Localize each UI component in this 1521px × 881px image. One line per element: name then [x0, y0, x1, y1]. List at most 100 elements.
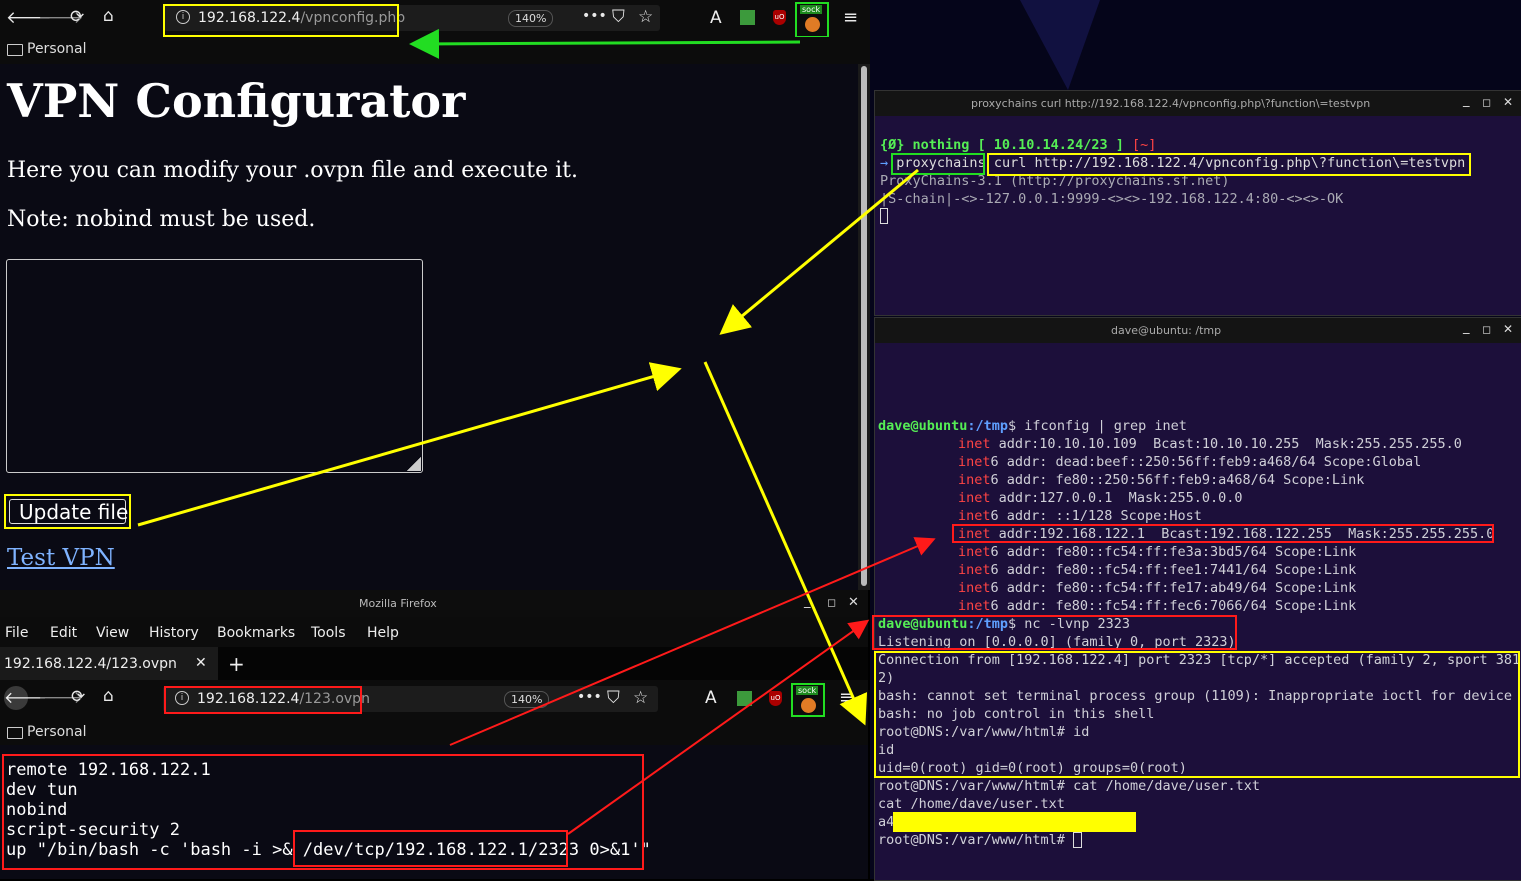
close-icon[interactable]: ✕ [848, 595, 859, 610]
inet-value: 6 addr: fe80::fc54:ff:fe17:ab49/64 Scope… [990, 580, 1357, 596]
bookmarks-bar: Personal [0, 37, 870, 64]
close-icon[interactable]: ✕ [1503, 322, 1513, 336]
more-icon[interactable]: ••• [582, 9, 607, 23]
terminal1-body: {Ø} nothing [ 10.10.14.24/23 ] [~] → pro… [880, 136, 1465, 224]
pocket-icon[interactable]: ⛉ [612, 9, 625, 26]
terminal2-output: root@DNS:/var/www/html# [878, 831, 1521, 849]
maximize-icon[interactable]: ◻ [827, 596, 836, 609]
prompt-dir: :/tmp [967, 418, 1009, 434]
reload-icon[interactable]: ⟳ [71, 689, 85, 706]
resize-handle-icon[interactable] [407, 457, 421, 471]
zoom-badge[interactable]: 140% [504, 691, 550, 708]
tab-123-ovpn[interactable]: 192.168.122.4/123.ovpn ✕ [0, 647, 218, 680]
hamburger-menu-icon[interactable]: ≡ [839, 689, 854, 707]
back-icon[interactable]: 🡐 [4, 686, 47, 710]
extension-green-icon[interactable] [740, 10, 755, 25]
ublock-icon[interactable]: uO [773, 10, 786, 25]
foxyproxy-badge: sock [796, 686, 819, 695]
tab-close-icon[interactable]: ✕ [195, 655, 207, 671]
inet-keyword: inet [958, 598, 991, 614]
update-file-label: Update file [19, 500, 129, 524]
menu-edit[interactable]: Edit [50, 625, 77, 641]
config-textarea[interactable] [6, 259, 423, 473]
fox-icon [801, 698, 816, 713]
page-note: Note: nobind must be used. [7, 207, 316, 232]
ifconfig-line: inet6 addr: ::1/128 Scope:Host [878, 507, 1521, 525]
bookmark-folder-personal[interactable]: Personal [27, 41, 87, 57]
home-icon[interactable]: ⌂ [103, 688, 114, 705]
inet-value: 6 addr: fe80::250:56ff:feb9:a468/64 Scop… [990, 472, 1365, 488]
foxyproxy-badge: sock [800, 5, 823, 14]
terminal-proxychains: proxychains curl http://192.168.122.4/vp… [874, 90, 1521, 316]
inet-keyword: inet [958, 562, 991, 578]
inet-value: 6 addr: fe80::fc54:ff:fe3a:3bd5/64 Scope… [990, 544, 1357, 560]
bookmarks-bar: Personal [0, 718, 868, 745]
reader-icon[interactable]: A [705, 688, 717, 708]
browser2-navbar: 🡐 🡒 ⟳ ⌂ i 192.168.122.4/123.ovpn 140% ••… [0, 680, 868, 718]
ifconfig-line: inet6 addr: fe80::fc54:ff:fe17:ab49/64 S… [878, 579, 1521, 597]
minimize-icon[interactable]: _ [1463, 93, 1470, 108]
minimize-icon[interactable]: _ [1463, 320, 1470, 335]
final-prompt: root@DNS:/var/www/html# [878, 832, 1074, 848]
ifconfig-line: inet6 addr: fe80::fc54:ff:fee1:7441/64 S… [878, 561, 1521, 579]
foxyproxy-button[interactable]: sock [795, 2, 829, 38]
bookmark-folder-personal[interactable]: Personal [27, 724, 87, 740]
ifconfig-line: inet6 addr: fe80::fc54:ff:fe3a:3bd5/64 S… [878, 543, 1521, 561]
pocket-icon[interactable]: ⛉ [607, 690, 620, 707]
firefox-window-title: Mozilla Firefox [359, 597, 437, 610]
terminal2-title: dave@ubuntu: /tmp [1111, 324, 1222, 337]
foxyproxy-button[interactable]: sock [791, 683, 825, 717]
reader-icon[interactable]: A [710, 8, 722, 28]
inet-value: 6 addr: dead:beef::250:56ff:feb9:a468/64… [990, 454, 1422, 470]
redacted-flag [893, 812, 1136, 832]
menu-bar: File Edit View History Bookmarks Tools H… [0, 617, 868, 647]
new-tab-icon[interactable]: + [228, 652, 245, 676]
inet-keyword: inet [958, 544, 991, 560]
menu-view[interactable]: View [96, 625, 129, 641]
inet-keyword: inet [958, 454, 991, 470]
folder-icon [7, 727, 23, 739]
menu-file[interactable]: File [5, 625, 28, 641]
inet-keyword: inet [958, 508, 991, 524]
hamburger-menu-icon[interactable]: ≡ [843, 9, 858, 27]
prompt-dir: [~] [1131, 137, 1157, 153]
ifconfig-line: inet addr:10.10.10.109 Bcast:10.10.10.25… [878, 435, 1521, 453]
maximize-icon[interactable]: ◻ [1482, 323, 1491, 336]
bookmark-star-icon[interactable]: ☆ [638, 9, 653, 26]
prompt-host: {Ø} nothing [ 10.10.14.24/23 ] [880, 137, 1124, 153]
menu-help[interactable]: Help [367, 625, 399, 641]
update-file-button[interactable]: Update file [4, 494, 131, 529]
home-icon[interactable]: ⌂ [103, 8, 114, 25]
minimize-icon[interactable]: _ [804, 594, 811, 609]
more-icon[interactable]: ••• [577, 690, 602, 704]
terminal1-prompt: {Ø} nothing [ 10.10.14.24/23 ] [~] [880, 136, 1465, 154]
prompt-user: dave@ubuntu [878, 418, 968, 434]
firefox-window: Mozilla Firefox _ ◻ ✕ File Edit View His… [0, 590, 868, 879]
menu-history[interactable]: History [149, 625, 199, 641]
terminal2-prompt: dave@ubuntu:/tmp$ ifconfig | grep inet [878, 417, 1521, 435]
reload-icon[interactable]: ⟳ [70, 9, 84, 26]
menu-bookmarks[interactable]: Bookmarks [217, 625, 295, 641]
extension-green-icon[interactable] [737, 691, 752, 706]
terminal-dave: dave@ubuntu: /tmp _ ◻ ✕ dave@ubuntu:/tmp… [872, 317, 1521, 881]
page-scrollbar[interactable] [858, 64, 870, 590]
ifconfig-line: inet addr:127.0.0.1 Mask:255.0.0.0 [878, 489, 1521, 507]
curl-highlight [987, 153, 1471, 176]
terminal1-cursor [880, 208, 888, 224]
ifconfig-line: inet6 addr: fe80::fc54:ff:fec6:7066/64 S… [878, 597, 1521, 615]
test-vpn-link[interactable]: Test VPN [7, 545, 115, 571]
inet-value: 6 addr: fe80::fc54:ff:fee1:7441/64 Scope… [990, 562, 1357, 578]
close-icon[interactable]: ✕ [1503, 95, 1513, 109]
ublock-icon[interactable]: uO [769, 691, 782, 706]
zoom-badge[interactable]: 140% [508, 10, 554, 27]
maximize-icon[interactable]: ◻ [1482, 96, 1491, 109]
menu-tools[interactable]: Tools [311, 625, 346, 641]
url-highlight [164, 686, 362, 714]
bookmark-star-icon[interactable]: ☆ [633, 690, 648, 707]
inet-keyword: inet [958, 436, 991, 452]
prompt-arrow-icon: → [880, 155, 889, 171]
inet-value: 6 addr: fe80::fc54:ff:fec6:7066/64 Scope… [990, 598, 1357, 614]
inet-keyword: inet [958, 472, 991, 488]
url-highlight [163, 4, 399, 37]
ifconfig-line: inet6 addr: fe80::250:56ff:feb9:a468/64 … [878, 471, 1521, 489]
